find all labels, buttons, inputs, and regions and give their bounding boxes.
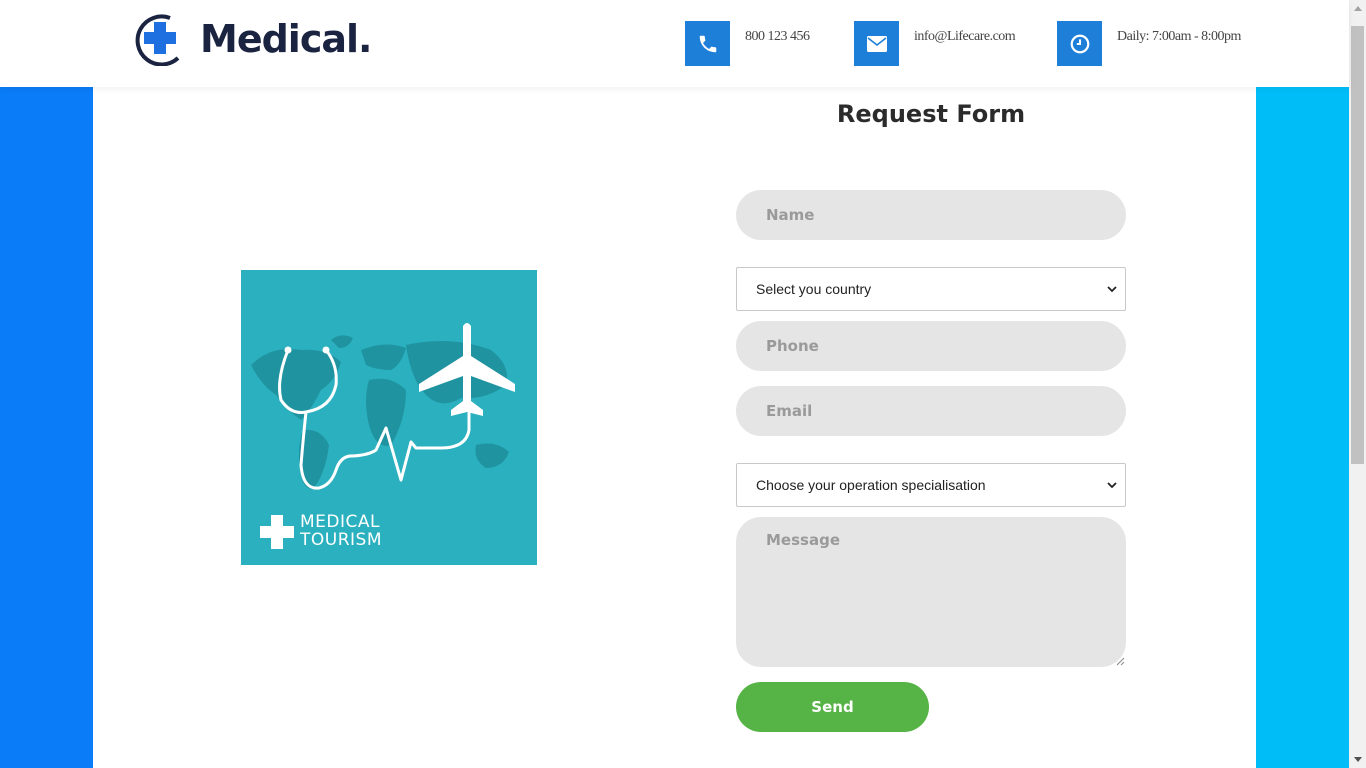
contact-hours: Daily: 7:00am - 8:00pm [1057, 21, 1241, 66]
email-text[interactable]: info@Lifecare.com [914, 29, 1016, 45]
name-input[interactable] [736, 190, 1126, 240]
caption-line-2: TOURISM [300, 530, 382, 550]
caption-line-1: MEDICAL [300, 512, 380, 532]
country-select[interactable]: Select you country [736, 267, 1126, 311]
scrollbar-thumb[interactable] [1351, 26, 1364, 464]
country-select-value: Select you country [756, 281, 872, 297]
site-header: Medical. 800 123 456 info@Lifecare.com D… [0, 0, 1349, 87]
send-button[interactable]: Send [736, 682, 929, 732]
logo[interactable]: Medical. [134, 12, 372, 66]
page-scrollbar[interactable] [1349, 0, 1366, 768]
scroll-up-arrow-icon[interactable] [1349, 0, 1366, 17]
left-accent-strip [0, 87, 93, 768]
specialisation-select[interactable]: Choose your operation specialisation [736, 463, 1126, 507]
mail-icon [854, 21, 899, 66]
specialisation-select-value: Choose your operation specialisation [756, 477, 986, 493]
world-map-illustration [251, 323, 515, 549]
clock-icon [1057, 21, 1102, 66]
right-accent-strip [1256, 87, 1349, 768]
contact-email: info@Lifecare.com [854, 21, 1016, 66]
contact-phone: 800 123 456 [685, 21, 810, 66]
logo-cross-icon [135, 14, 180, 66]
resize-grip-icon[interactable] [1115, 656, 1125, 666]
hours-text: Daily: 7:00am - 8:00pm [1117, 29, 1241, 44]
chevron-down-icon [1107, 481, 1117, 488]
image-caption: MEDICAL TOURISM [300, 513, 382, 549]
message-textarea[interactable] [736, 517, 1126, 667]
form-title: Request Form [836, 100, 1026, 128]
chevron-down-icon [1107, 285, 1117, 292]
logo-text: Medical. [200, 17, 372, 61]
scroll-down-arrow-icon[interactable] [1349, 751, 1366, 768]
medical-tourism-image: MEDICAL TOURISM [241, 270, 537, 565]
phone-input[interactable] [736, 321, 1126, 371]
email-input[interactable] [736, 386, 1126, 436]
medical-cross-icon [260, 515, 294, 549]
phone-text[interactable]: 800 123 456 [745, 29, 810, 45]
phone-icon [685, 21, 730, 66]
